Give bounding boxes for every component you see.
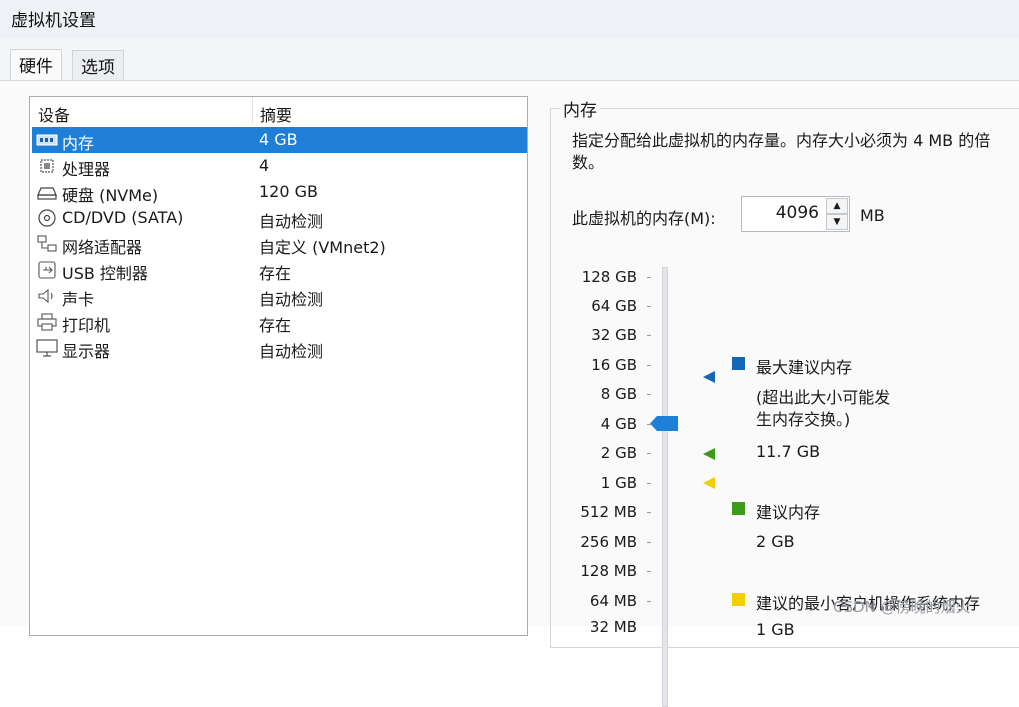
window-title: 虚拟机设置 [11, 11, 96, 31]
tab-strip: 硬件 选项 [0, 38, 1019, 81]
title-bar: 虚拟机设置 [0, 0, 1019, 38]
scale-tick-label: 8 GB [600, 385, 637, 403]
min-guest-os-value: 1 GB [756, 620, 795, 639]
max-recommended-note: (超出此大小可能发生内存交换。) [756, 388, 891, 429]
memory-slider-thumb[interactable] [650, 416, 680, 435]
column-separator[interactable] [252, 97, 253, 123]
usb-icon [36, 261, 58, 279]
memory-icon [36, 131, 58, 149]
scale-tick-label: 16 GB [591, 356, 637, 374]
scale-tick-label: 256 MB [580, 533, 637, 551]
memory-unit-label: MB [860, 206, 885, 225]
device-summary: 120 GB [259, 182, 318, 201]
recommended-label: 建议内存 [756, 503, 821, 522]
device-row-memory[interactable]: 内存 4 GB [32, 127, 527, 153]
scale-tick-mark [647, 542, 651, 543]
scale-tick-label: 64 MB [589, 592, 637, 610]
device-name: 硬盘 (NVMe) [62, 186, 159, 205]
memory-spinbox[interactable]: 4096 ▲ ▼ [741, 196, 850, 232]
scale-tick-mark [647, 277, 651, 278]
device-row-printer[interactable]: 打印机 存在 [32, 309, 527, 335]
scale-tick-label: 128 MB [580, 562, 637, 580]
scale-tick-mark [647, 306, 651, 307]
increment-button[interactable]: ▲ [826, 198, 848, 214]
max-recommended-label: 最大建议内存 [756, 358, 853, 377]
speaker-icon [36, 287, 58, 305]
min-guest-os-swatch [732, 593, 745, 606]
device-summary: 4 [259, 156, 270, 175]
column-header-summary[interactable]: 摘要 [260, 102, 292, 126]
device-summary: 存在 [259, 316, 292, 335]
scale-tick-mark [647, 335, 651, 336]
memory-field-label: 此虚拟机的内存(M): [572, 209, 716, 228]
scale-tick-mark [647, 365, 651, 366]
device-name: 声卡 [62, 290, 95, 309]
max-recommended-marker [702, 369, 716, 388]
device-summary: 自动检测 [259, 212, 324, 231]
network-adapter-icon [36, 235, 58, 253]
scale-tick-mark [647, 512, 651, 513]
recommended-value: 2 GB [756, 532, 795, 551]
scale-tick-label: 32 MB [589, 618, 637, 636]
memory-slider-track[interactable] [662, 267, 668, 707]
memory-description: 指定分配给此虚拟机的内存量。内存大小必须为 4 MB 的倍数。 [572, 131, 991, 172]
device-row-cd-dvd[interactable]: CD/DVD (SATA) 自动检测 [32, 205, 527, 231]
device-name: 处理器 [62, 160, 111, 179]
memory-group-label: 内存 [560, 96, 600, 121]
recommended-swatch [732, 502, 745, 515]
device-name: 打印机 [62, 316, 111, 335]
tab-options[interactable]: 选项 [72, 50, 124, 80]
device-summary: 自定义 (VMnet2) [259, 238, 386, 257]
min-guest-os-marker [702, 475, 716, 494]
scale-tick-mark [647, 601, 651, 602]
device-name: USB 控制器 [62, 264, 148, 283]
watermark: CSDN @傍晚的烟火 [833, 598, 971, 616]
device-name: 网络适配器 [62, 238, 143, 257]
printer-icon [36, 313, 58, 331]
scale-tick-mark [647, 394, 651, 395]
device-name: CD/DVD (SATA) [62, 208, 184, 227]
cd-dvd-icon [36, 209, 58, 227]
device-list-header: 设备 摘要 [30, 97, 527, 126]
device-name: 显示器 [62, 342, 111, 361]
device-summary: 存在 [259, 264, 292, 283]
scale-tick-label: 512 MB [580, 503, 637, 521]
max-recommended-value: 11.7 GB [756, 442, 821, 461]
tab-hardware[interactable]: 硬件 [10, 49, 62, 80]
recommended-marker [702, 446, 716, 465]
hard-disk-icon [36, 183, 58, 201]
scale-tick-label: 2 GB [600, 444, 637, 462]
device-summary: 自动检测 [259, 290, 324, 309]
device-row-processor[interactable]: 处理器 4 [32, 153, 527, 179]
scale-tick-label: 32 GB [591, 326, 637, 344]
device-row-network-adapter[interactable]: 网络适配器 自定义 (VMnet2) [32, 231, 527, 257]
max-recommended-swatch [732, 357, 745, 370]
scale-tick-label: 1 GB [600, 474, 637, 492]
scale-tick-label: 128 GB [581, 268, 637, 286]
scale-tick-mark [647, 483, 651, 484]
device-summary: 4 GB [259, 130, 298, 149]
processor-icon [36, 157, 58, 175]
scale-tick-label: 4 GB [600, 415, 637, 433]
scale-tick-label: 64 GB [591, 297, 637, 315]
device-row-hard-disk[interactable]: 硬盘 (NVMe) 120 GB [32, 179, 527, 205]
device-row-display[interactable]: 显示器 自动检测 [32, 335, 527, 361]
scale-tick-mark [647, 453, 651, 454]
scale-tick-mark [647, 571, 651, 572]
device-name: 内存 [62, 134, 95, 153]
device-list[interactable]: 设备 摘要 内存 4 GB 处理器 4 硬盘 (NVMe) 120 GB CD/… [29, 96, 528, 636]
device-summary: 自动检测 [259, 342, 324, 361]
decrement-button[interactable]: ▼ [826, 214, 848, 230]
column-header-device[interactable]: 设备 [38, 102, 70, 126]
device-row-sound-card[interactable]: 声卡 自动检测 [32, 283, 527, 309]
memory-input[interactable]: 4096 [776, 203, 819, 223]
monitor-icon [36, 339, 58, 357]
device-row-usb-controller[interactable]: USB 控制器 存在 [32, 257, 527, 283]
